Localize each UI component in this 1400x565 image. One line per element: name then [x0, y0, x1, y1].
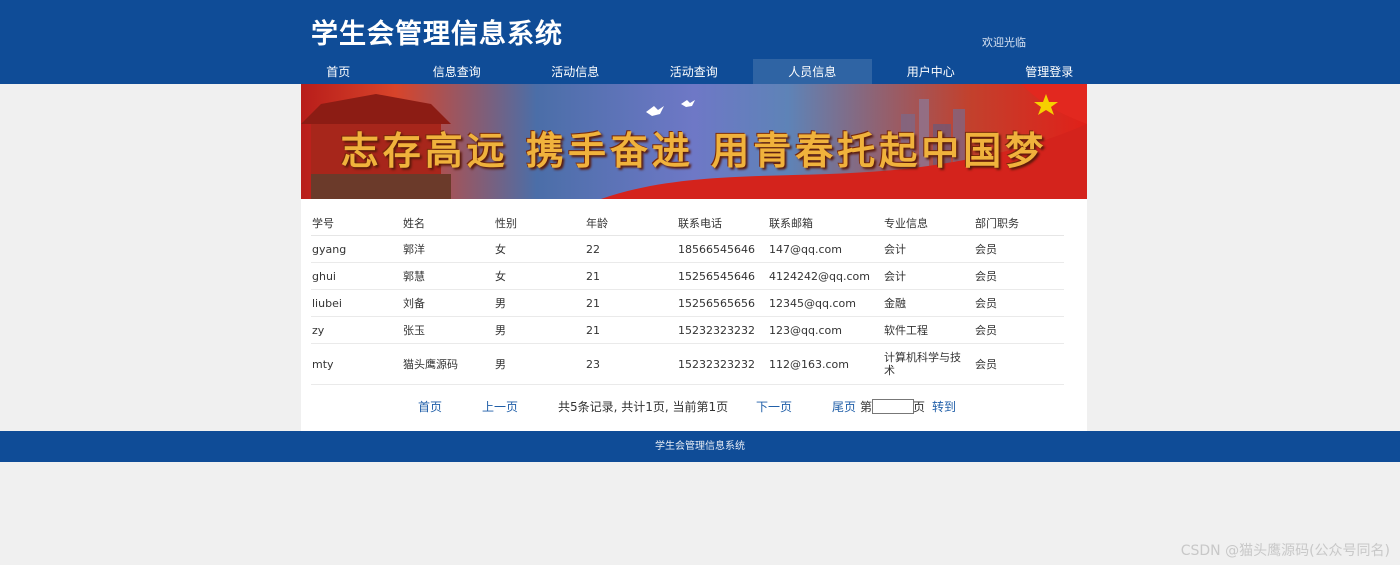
table-cell: 郭慧	[402, 262, 494, 290]
table-row: zy 张玉 男 21 15232323232 123@qq.com 软件工程 会…	[311, 316, 1064, 344]
nav-item-user-center[interactable]: 用户中心	[872, 59, 991, 84]
footer-bar: 学生会管理信息系统	[0, 431, 1400, 462]
table-cell: 刘备	[402, 289, 494, 317]
table-cell: 21	[585, 262, 677, 290]
table-cell: 女	[494, 262, 585, 290]
personnel-table: 学号 姓名 性别 年龄 联系电话 联系邮箱 专业信息 部门职务 gyang 郭洋…	[311, 211, 1064, 385]
table-cell: 123@qq.com	[768, 316, 883, 344]
table-header-row: 学号 姓名 性别 年龄 联系电话 联系邮箱 专业信息 部门职务	[311, 211, 1064, 236]
table-cell: 21	[585, 289, 677, 317]
table-cell: 猫头鹰源码	[402, 343, 494, 385]
table-cell: 金融	[883, 289, 974, 317]
footer-text: 学生会管理信息系统	[655, 441, 745, 452]
nav-item-activity-query[interactable]: 活动查询	[635, 59, 754, 84]
table-cell: 会员	[974, 235, 1064, 263]
welcome-text: 欢迎光临	[982, 36, 1026, 49]
table-cell: 18566545646	[677, 235, 768, 263]
table-cell: 会计	[883, 235, 974, 263]
header-bar: 学生会管理信息系统 欢迎光临 首页 信息查询 活动信息 活动查询 人员信息 用户…	[0, 0, 1400, 84]
table-row: gyang 郭洋 女 22 18566545646 147@qq.com 会计 …	[311, 235, 1064, 263]
dove-icon	[681, 100, 695, 107]
column-header: 联系电话	[677, 211, 768, 236]
table-cell: 软件工程	[883, 316, 974, 344]
table-cell: 112@163.com	[768, 343, 883, 385]
table-cell: 会计	[883, 262, 974, 290]
prev-page-link[interactable]: 上一页	[482, 398, 518, 415]
table-cell: 12345@qq.com	[768, 289, 883, 317]
table-cell: 会员	[974, 289, 1064, 317]
table-cell: 23	[585, 343, 677, 385]
table-cell: 男	[494, 289, 585, 317]
last-page-link[interactable]: 尾页	[832, 398, 856, 415]
table-cell: 15232323232	[677, 343, 768, 385]
go-to-page-link[interactable]: 转到	[932, 398, 956, 415]
table-cell: 会员	[974, 343, 1064, 385]
table-cell: 147@qq.com	[768, 235, 883, 263]
column-header: 专业信息	[883, 211, 974, 236]
first-page-link[interactable]: 首页	[418, 398, 442, 415]
table-row: liubei 刘备 男 21 15256565656 12345@qq.com …	[311, 289, 1064, 317]
pager-summary: 共5条记录, 共计1页, 当前第1页	[558, 400, 729, 414]
nav-item-admin-login[interactable]: 管理登录	[990, 59, 1109, 84]
table-cell: 男	[494, 316, 585, 344]
nav-item-info-query[interactable]: 信息查询	[398, 59, 517, 84]
table-cell: 会员	[974, 316, 1064, 344]
dove-icon	[646, 106, 664, 116]
table-row: mty 猫头鹰源码 男 23 15232323232 112@163.com 计…	[311, 343, 1064, 385]
table-cell: 张玉	[402, 316, 494, 344]
table-cell: 会员	[974, 262, 1064, 290]
watermark-text: CSDN @猫头鹰源码(公众号同名)	[1180, 543, 1390, 559]
nav-item-home[interactable]: 首页	[279, 59, 398, 84]
table-cell: liubei	[311, 289, 402, 317]
site-title: 学生会管理信息系统	[311, 19, 563, 50]
table-cell: 15256545646	[677, 262, 768, 290]
main-content: 志存高远 携手奋进 用青春托起中国梦 学号 姓名 性别 年龄 联系电话 联系邮箱…	[301, 84, 1087, 431]
table-cell: 22	[585, 235, 677, 263]
banner-image: 志存高远 携手奋进 用青春托起中国梦	[301, 84, 1087, 199]
page-suffix-label: 页	[913, 400, 926, 414]
table-cell: zy	[311, 316, 402, 344]
table-cell-wrap: 计算机科学与技术	[883, 343, 974, 385]
banner-slogan: 志存高远 携手奋进 用青春托起中国梦	[340, 128, 1048, 173]
table-cell: ghui	[311, 262, 402, 290]
table-cell: 郭洋	[402, 235, 494, 263]
next-page-link[interactable]: 下一页	[756, 398, 792, 415]
table-cell: 女	[494, 235, 585, 263]
table-cell: gyang	[311, 235, 402, 263]
pagination-bar: 首页 上一页 共5条记录, 共计1页, 当前第1页 下一页 尾页 第 页 转到	[301, 398, 1087, 414]
nav-item-activity-info[interactable]: 活动信息	[516, 59, 635, 84]
table-cell: 15232323232	[677, 316, 768, 344]
column-header: 性别	[494, 211, 585, 236]
column-header: 学号	[311, 211, 402, 236]
column-header: 联系邮箱	[768, 211, 883, 236]
nav-item-personnel-info[interactable]: 人员信息	[753, 59, 872, 84]
major-text: 计算机科学与技术	[884, 351, 961, 377]
main-nav: 首页 信息查询 活动信息 活动查询 人员信息 用户中心 管理登录	[279, 59, 1109, 84]
table-cell: 男	[494, 343, 585, 385]
table-cell: 15256565656	[677, 289, 768, 317]
table-cell: 21	[585, 316, 677, 344]
table-cell: 4124242@qq.com	[768, 262, 883, 290]
table-cell: mty	[311, 343, 402, 385]
page-number-input[interactable]	[872, 399, 914, 414]
column-header: 部门职务	[974, 211, 1064, 236]
column-header: 年龄	[585, 211, 677, 236]
gate-base	[311, 174, 451, 199]
page-prefix-label: 第	[860, 400, 873, 414]
column-header: 姓名	[402, 211, 494, 236]
table-row: ghui 郭慧 女 21 15256545646 4124242@qq.com …	[311, 262, 1064, 290]
